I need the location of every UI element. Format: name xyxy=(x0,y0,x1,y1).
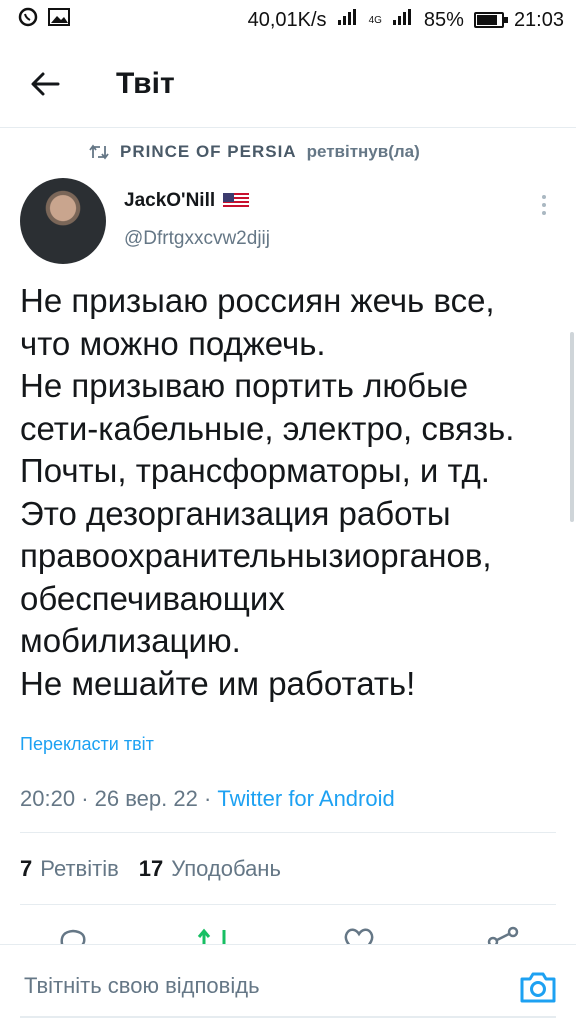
clock: 21:03 xyxy=(513,8,564,31)
viber-icon xyxy=(18,7,38,33)
retweets-label: Ретвітів xyxy=(40,856,119,881)
tweet-line: правоохранительнызиорганов, xyxy=(20,537,492,574)
signal-4g-icon xyxy=(392,8,414,32)
page-title: Твіт xyxy=(116,66,175,100)
avatar[interactable] xyxy=(20,178,106,264)
tweet-line: Это дезорганизация работы xyxy=(20,494,451,532)
reply-bar: Твітніть свою відповідь xyxy=(0,944,576,1024)
arrow-left-icon xyxy=(31,72,60,95)
reply-input[interactable]: Твітніть свою відповідь xyxy=(24,973,260,999)
tweet-meta: 20:20 · 26 вер. 22 · Twitter for Android xyxy=(20,786,395,812)
likes-count: 17 xyxy=(138,856,164,881)
tweet-line: обеспечивающих xyxy=(20,579,285,617)
tweet-line: мобилизацию. xyxy=(20,622,241,659)
more-vertical-icon xyxy=(542,195,546,215)
meta-separator: · xyxy=(203,786,212,811)
back-button[interactable] xyxy=(0,40,90,128)
reply-icon[interactable] xyxy=(56,926,90,946)
tweet-source-link[interactable]: Twitter for Android xyxy=(217,786,394,811)
network-speed: 40,01K/s xyxy=(247,8,327,31)
tweet-time: 20:20 xyxy=(20,786,76,811)
share-icon[interactable] xyxy=(486,926,520,946)
header: Твіт xyxy=(0,40,576,128)
tweet-line: Не мешайте им работать! xyxy=(20,664,416,702)
author-name: JackO'Nill xyxy=(124,190,216,211)
meta-separator: · xyxy=(81,786,89,811)
more-options-button[interactable] xyxy=(534,192,554,218)
scrollbar[interactable] xyxy=(570,332,574,522)
retweets-count: 7 xyxy=(20,856,33,881)
retweet-action-icon[interactable] xyxy=(196,926,232,946)
tweet-line: что можно поджечь. xyxy=(20,324,326,362)
author-name-row[interactable]: JackO'Nill xyxy=(124,190,250,212)
retweet-context[interactable]: PRINCE OF PERSIA ретвітнув(ла) xyxy=(88,142,420,162)
tweet-line: Не призываю портить любые xyxy=(20,367,469,404)
battery-icon xyxy=(473,12,508,28)
tweet-actions xyxy=(0,926,576,946)
us-flag-icon xyxy=(223,193,250,209)
reply-underline xyxy=(20,1016,556,1018)
status-bar: 40,01K/s 4G 85% 21:03 xyxy=(0,0,576,40)
camera-button[interactable] xyxy=(518,969,558,1005)
divider xyxy=(20,904,556,905)
tweet-stats: 7 Ретвітів 17 Уподобань xyxy=(20,856,281,882)
like-icon[interactable] xyxy=(342,926,376,946)
battery-percent: 85% xyxy=(423,8,464,31)
retweeter-name: PRINCE OF PERSIA xyxy=(120,142,297,161)
status-left xyxy=(18,7,70,33)
signal-icon xyxy=(337,8,359,32)
tweet-text: Не призыаю россиян жечь все, что можно п… xyxy=(20,280,565,705)
network-type: 4G xyxy=(368,14,382,26)
retweet-icon xyxy=(89,144,109,160)
tweet-date: 26 вер. 22 xyxy=(94,786,198,811)
divider xyxy=(20,832,556,833)
retweet-label: ретвітнув(ла) xyxy=(306,142,420,161)
author-handle[interactable]: @Dfrtgxxcvw2djij xyxy=(124,228,270,250)
camera-icon xyxy=(520,972,556,1003)
likes-label: Уподобань xyxy=(171,856,281,881)
likes-stat[interactable]: 17 Уподобань xyxy=(139,856,281,882)
retweets-stat[interactable]: 7 Ретвітів xyxy=(20,856,119,882)
status-right: 40,01K/s 4G 85% 21:03 xyxy=(248,8,564,32)
tweet-line: сети-кабельные, электро, связь. xyxy=(20,409,515,447)
tweet-line: Почты, трансформаторы, и тд. xyxy=(20,452,490,489)
image-icon xyxy=(48,8,70,32)
tweet-line: Не призыаю россиян жечь все, xyxy=(20,282,495,319)
translate-tweet-link[interactable]: Перекласти твіт xyxy=(20,734,154,755)
